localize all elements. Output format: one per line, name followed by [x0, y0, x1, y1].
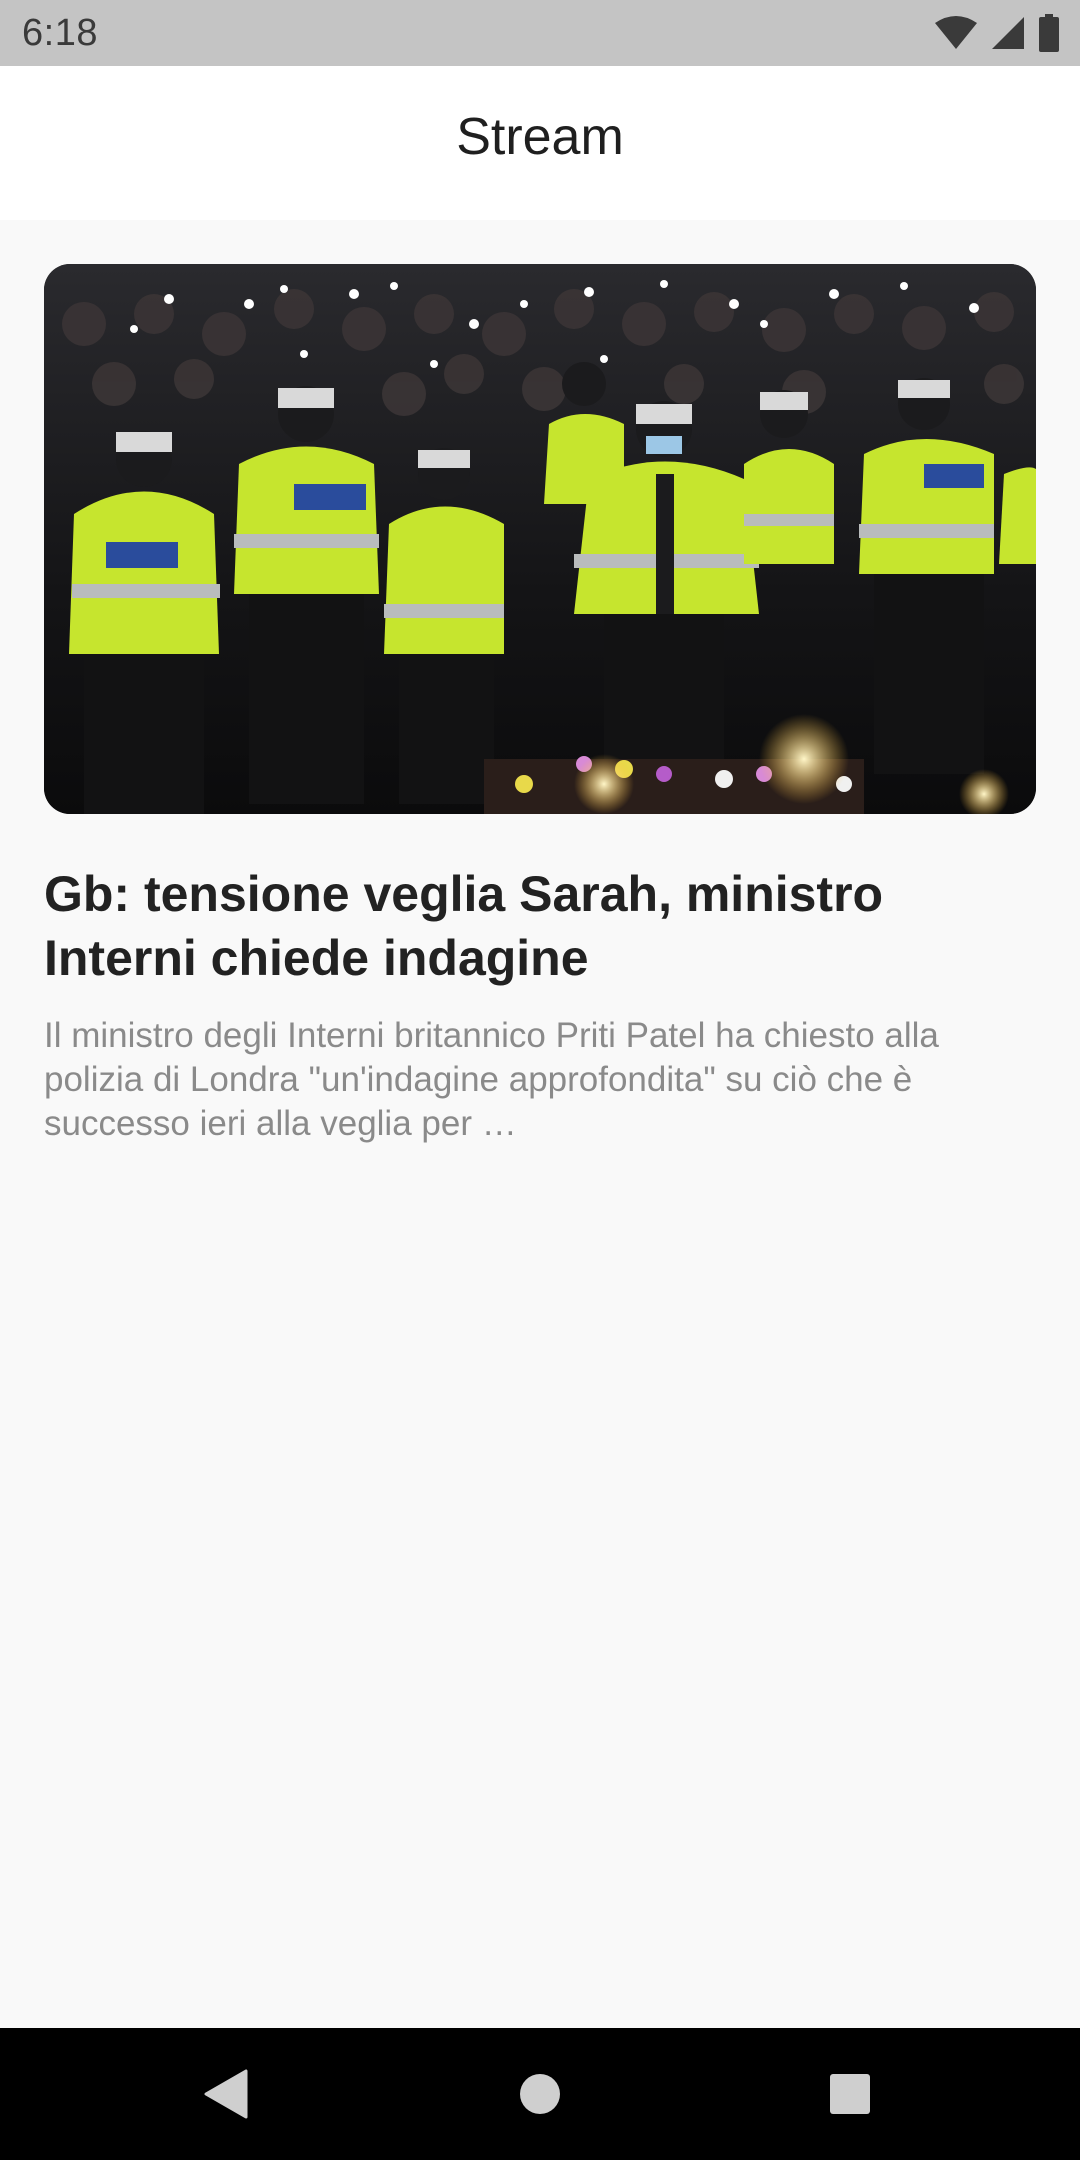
app-bar: Stream — [0, 66, 1080, 220]
signal-icon — [990, 15, 1026, 51]
back-icon — [204, 2069, 248, 2119]
status-time: 6:18 — [22, 12, 98, 54]
article-card[interactable]: Gb: tensione veglia Sarah, ministro Inte… — [44, 264, 1036, 1146]
status-bar: 6:18 — [0, 0, 1080, 66]
article-photo — [44, 264, 1036, 814]
navigation-bar — [0, 2028, 1080, 2160]
recents-button[interactable] — [808, 2052, 892, 2136]
status-icons — [934, 14, 1060, 52]
article-image[interactable] — [44, 264, 1036, 814]
stream-feed: Gb: tensione veglia Sarah, ministro Inte… — [0, 220, 1080, 2028]
back-button[interactable] — [184, 2052, 268, 2136]
home-icon — [520, 2074, 560, 2114]
battery-icon — [1038, 14, 1060, 52]
article-summary: Il ministro degli Interni britannico Pri… — [44, 1016, 939, 1143]
page-title: Stream — [456, 108, 624, 166]
wifi-icon — [934, 15, 978, 51]
recents-icon — [830, 2074, 870, 2114]
article-title[interactable]: Gb: tensione veglia Sarah, ministro Inte… — [44, 862, 1036, 990]
home-button[interactable] — [498, 2052, 582, 2136]
